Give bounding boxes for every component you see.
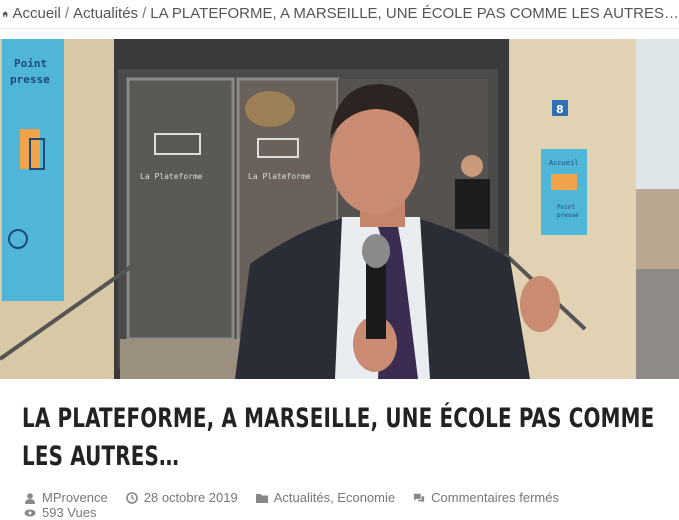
banner-left-line1: Point [14,57,47,70]
banner-left-line2: presse [10,73,50,86]
article-meta: MProvence 28 octobre 2019 Actualités, Ec… [24,490,674,505]
article-title[interactable]: LA PLATEFORME, A MARSEILLE, UNE ÉCOLE PA… [22,400,662,476]
category-links[interactable]: Actualités, Economie [274,490,395,505]
door-sign-right: La Plateforme [248,172,311,181]
meta-date: 28 octobre 2019 [125,490,238,505]
featured-image[interactable]: La Plateforme La Plateforme Point presse… [0,39,679,379]
meta-author[interactable]: MProvence [24,490,108,505]
banner-right-line1: Accueil [549,159,579,167]
publish-date: 28 octobre 2019 [143,490,238,505]
meta-categories[interactable]: Actualités, Economie [255,490,395,505]
folder-icon [255,493,268,503]
featured-photo: La Plateforme La Plateforme Point presse… [0,39,679,379]
clock-icon [125,491,138,504]
house-number: 8 [556,103,564,116]
banner-right-line2: Point [557,204,575,211]
comments-status: Commentaires fermés [431,490,559,505]
door-sign-left: La Plateforme [140,172,203,181]
breadcrumb-separator: / [64,5,70,22]
breadcrumb: Accueil / Actualités / LA PLATEFORME, A … [0,0,679,27]
comments-icon [413,493,425,503]
breadcrumb-home-link[interactable]: Accueil [12,5,60,22]
breadcrumb-separator: / [142,5,147,22]
meta-comments: Commentaires fermés [413,490,559,505]
breadcrumb-current: LA PLATEFORME, A MARSEILLE, UNE ÉCOLE PA… [150,5,679,22]
home-icon [2,10,9,17]
banner-right-line3: presse [557,212,579,219]
author-name[interactable]: MProvence [42,490,108,505]
user-icon [25,492,35,504]
divider [0,28,679,29]
breadcrumb-section-link[interactable]: Actualités [73,5,138,22]
